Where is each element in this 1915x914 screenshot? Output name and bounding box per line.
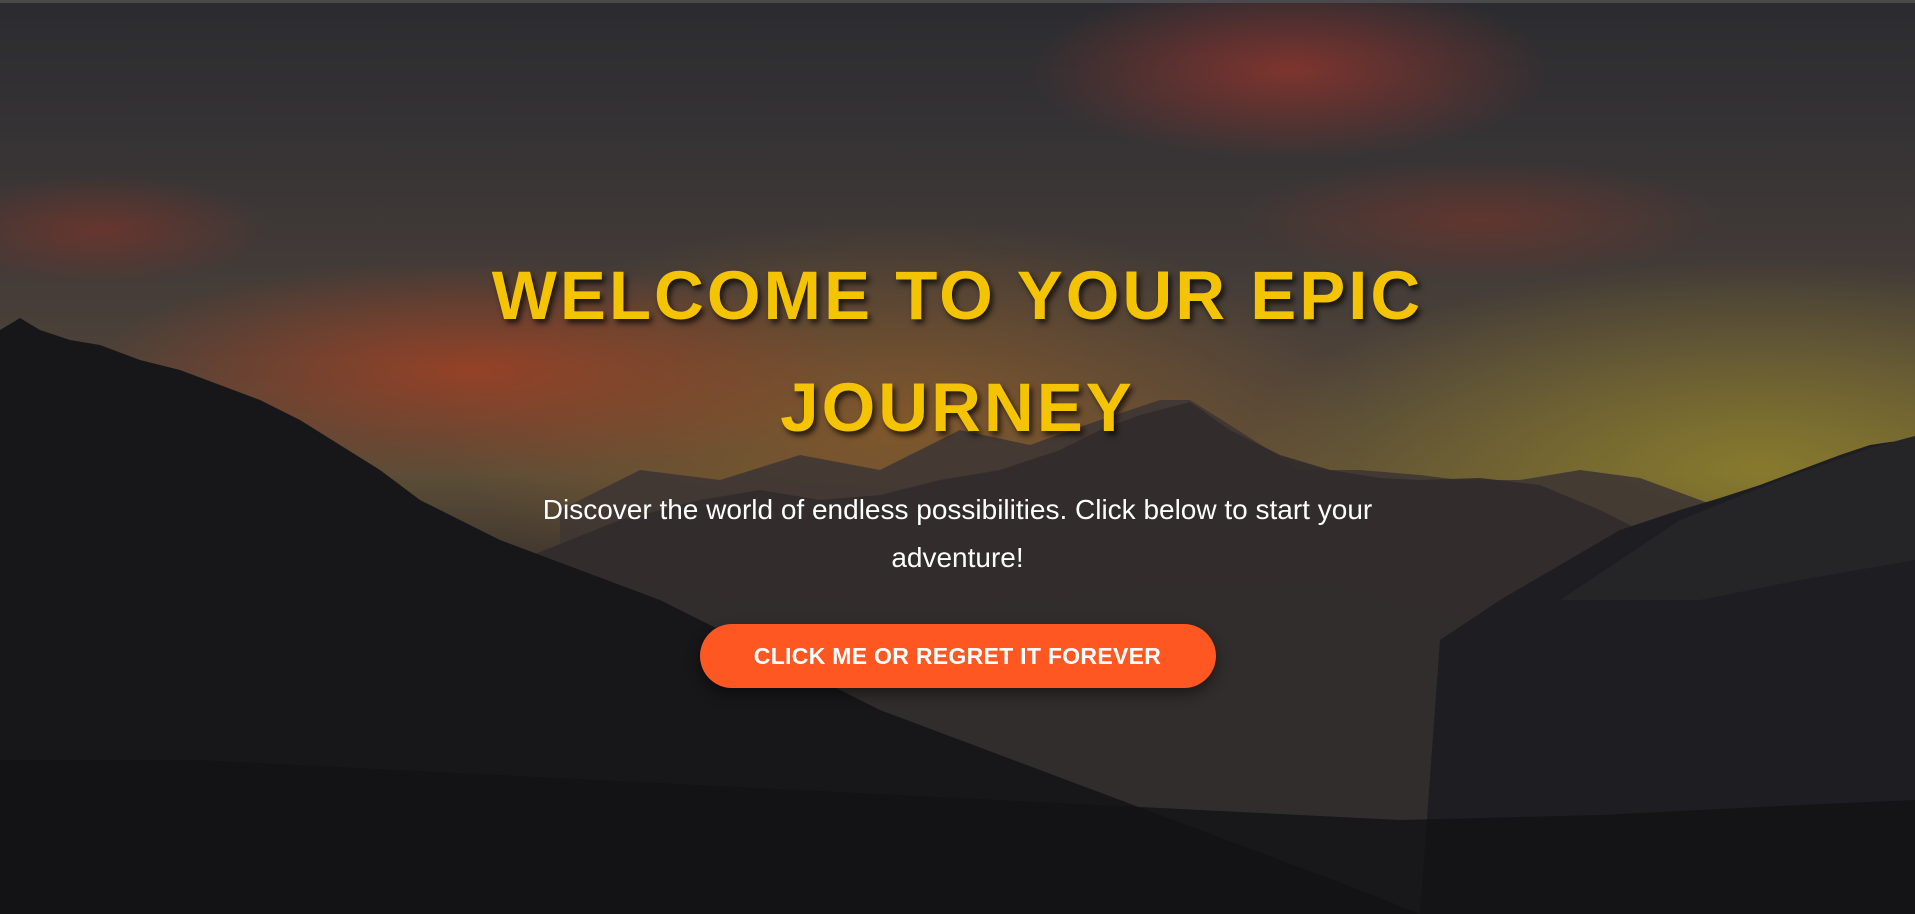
hero-content: WELCOME TO YOUR EPIC JOURNEY Discover th… xyxy=(0,240,1915,688)
top-border xyxy=(0,0,1915,3)
hero-section: WELCOME TO YOUR EPIC JOURNEY Discover th… xyxy=(0,0,1915,914)
hero-subtitle: Discover the world of endless possibilit… xyxy=(542,494,1373,573)
cta-button[interactable]: CLICK ME OR REGRET IT FOREVER xyxy=(699,624,1216,688)
hero-title: WELCOME TO YOUR EPIC JOURNEY xyxy=(491,257,1424,446)
